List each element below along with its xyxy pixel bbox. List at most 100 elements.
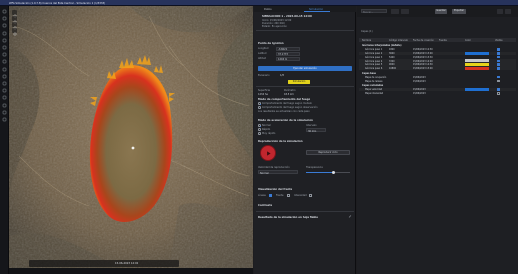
table-row[interactable]: Mapa intensidad 15/06/2023 (359, 91, 516, 96)
map-view[interactable]: 15-06-2023 12:00 (9, 6, 253, 268)
accel-radio[interactable] (258, 128, 261, 131)
settings-button[interactable] (391, 9, 399, 14)
interval-field[interactable]: 30 min (306, 128, 326, 133)
color-swatch[interactable] (465, 67, 489, 71)
play-icon (266, 150, 271, 156)
refresh-button[interactable] (497, 9, 503, 14)
layers-toolbar: Buscar... Guardar Exportar (357, 6, 518, 17)
table-row[interactable]: Mapa de relieve 15/06/2023 (359, 79, 516, 83)
close-button[interactable] (505, 9, 511, 14)
skip-back-icon[interactable] (79, 262, 83, 266)
wind-icon[interactable] (2, 45, 7, 50)
search-input[interactable]: Buscar... (361, 9, 387, 14)
skip-forward-icon[interactable] (100, 262, 104, 266)
col-header[interactable]: Visible (495, 39, 503, 42)
grid-icon[interactable] (2, 52, 7, 57)
visible-checkbox[interactable] (497, 55, 500, 59)
close-icon[interactable] (2, 117, 7, 122)
layers-section-title: Contraste (258, 204, 273, 207)
opacity-slider[interactable] (306, 171, 350, 174)
col-header[interactable]: Color (465, 39, 471, 42)
opacity-slider-knob[interactable] (331, 171, 335, 174)
visible-checkbox[interactable] (497, 48, 500, 51)
pin-icon[interactable] (2, 31, 7, 36)
draw-icon[interactable] (60, 262, 64, 266)
help-icon[interactable] (2, 103, 7, 108)
export-button[interactable]: Exportar (452, 9, 466, 14)
tab-datos[interactable]: Datos (264, 8, 272, 11)
filter-button[interactable] (401, 9, 409, 14)
run-simulation-button[interactable]: Ejecutar simulación (258, 66, 352, 71)
cell-date: 15/06/2023 15:00 (413, 67, 433, 71)
map-bottom-bar: 15-06-2023 12:00 (29, 260, 179, 267)
altitude-value: 1204 m (278, 58, 288, 62)
accel-radio[interactable] (258, 124, 261, 127)
pause-icon[interactable] (93, 262, 97, 266)
user-icon[interactable] (2, 110, 7, 115)
chart-icon[interactable] (2, 81, 7, 86)
pointer-icon[interactable] (32, 262, 36, 266)
view-checkbox[interactable] (309, 194, 312, 197)
speed-select[interactable]: Normal (258, 170, 298, 175)
play-cycle-button[interactable]: Reproducir ciclo (306, 150, 350, 155)
opacity-label: Transparencia (306, 166, 323, 169)
origin-label: Latitud (258, 52, 267, 55)
altitude-field[interactable]: 1204 m (276, 56, 300, 62)
col-header[interactable]: Fecha de creación (413, 39, 434, 42)
visible-checkbox[interactable] (497, 59, 500, 63)
pan-icon[interactable] (39, 262, 43, 266)
accel-radio[interactable] (258, 132, 261, 135)
camera-icon[interactable] (2, 95, 7, 100)
visible-checkbox[interactable] (497, 88, 500, 91)
origin-label: Altitud (258, 57, 266, 60)
col-header[interactable]: Fuente (439, 39, 447, 42)
measure-icon[interactable] (53, 262, 57, 266)
view-checkbox[interactable] (269, 194, 272, 197)
fullscreen-icon[interactable] (165, 262, 169, 266)
behavior-radio[interactable] (258, 106, 261, 109)
view-option: Líneas (258, 194, 266, 197)
view-option: Intensidad (294, 194, 307, 197)
globe-icon (13, 21, 17, 40)
visible-checkbox[interactable] (497, 67, 500, 70)
left-toolbar (0, 6, 9, 274)
settings-icon[interactable] (2, 67, 7, 72)
info-icon[interactable] (2, 74, 7, 79)
layers-icon[interactable] (67, 262, 71, 266)
ruler-icon[interactable] (2, 59, 7, 64)
home-icon[interactable] (2, 16, 7, 21)
visible-checkbox[interactable] (497, 51, 500, 55)
map-icon[interactable] (2, 88, 7, 93)
col-header[interactable]: Código intervalo (389, 39, 408, 42)
menu-icon[interactable] (2, 9, 7, 14)
layers-icon[interactable] (2, 23, 7, 28)
visible-checkbox[interactable] (497, 91, 500, 95)
speed-label: Velocidad de reproducción (258, 166, 290, 169)
table-row[interactable]: Isócrona paso 6 10800 15/06/2023 15:00 (359, 67, 516, 71)
status-bar (9, 268, 253, 274)
longitude-field[interactable]: -3.6021 (276, 46, 300, 51)
col-header[interactable]: Nombre (362, 39, 371, 42)
cell-name: Mapa de relieve (365, 79, 383, 83)
view-checkbox[interactable] (287, 194, 290, 197)
save-button[interactable]: Guardar (435, 9, 447, 14)
visible-checkbox[interactable] (497, 75, 500, 79)
latitude-field[interactable]: 37.1773 (276, 51, 300, 56)
visible-checkbox[interactable] (497, 79, 500, 83)
flame-icon[interactable] (2, 38, 7, 43)
clock-icon[interactable] (157, 262, 161, 266)
behavior-radio[interactable] (258, 102, 261, 105)
result-value: 18.5 km (284, 93, 294, 96)
cell-name: Mapa intensidad (365, 91, 384, 95)
map-tool-4[interactable] (12, 28, 17, 36)
playback-section-title: Reproducción de la simulación (258, 140, 303, 143)
accel-option: Normal (262, 124, 271, 127)
visible-checkbox[interactable] (497, 63, 500, 66)
edit-icon[interactable] (348, 203, 352, 218)
zoom-icon[interactable] (46, 262, 50, 266)
play-button[interactable] (260, 145, 276, 161)
accel-option: Muy rápido (262, 132, 276, 135)
play-icon[interactable] (86, 262, 90, 266)
ignition-point[interactable] (131, 146, 135, 150)
origin-section-title: Punto de Ignición (258, 42, 284, 45)
